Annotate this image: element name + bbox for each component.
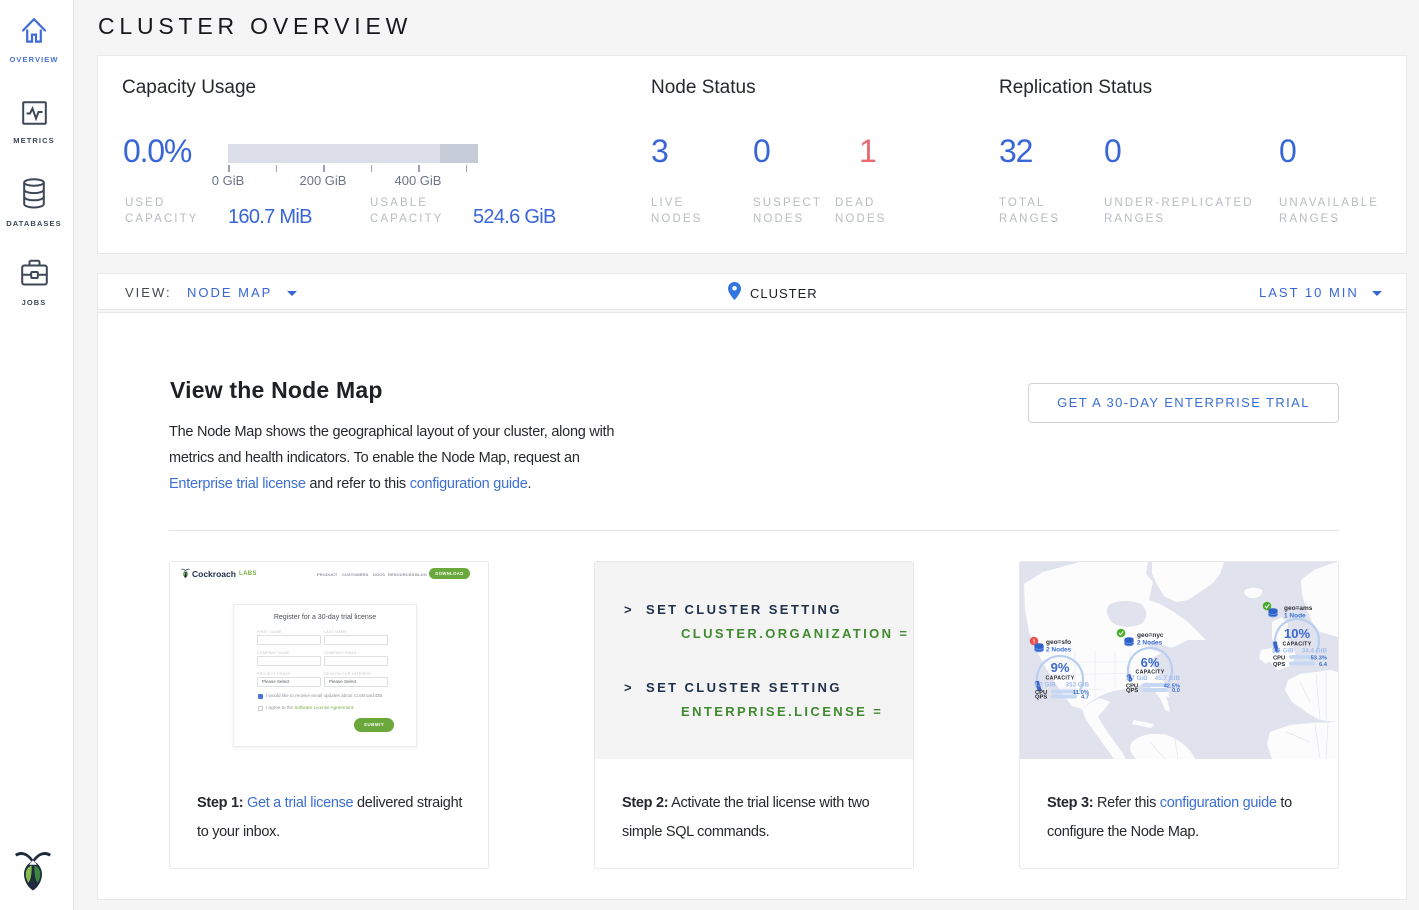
svg-text:geo=nyc: geo=nyc bbox=[1137, 632, 1164, 639]
svg-text:3.7 GiB: 3.7 GiB bbox=[1126, 675, 1148, 682]
svg-text:34.4 GiB: 34.4 GiB bbox=[1302, 648, 1328, 655]
svg-text:3.2 GiB: 3.2 GiB bbox=[1034, 682, 1056, 689]
svg-text:2 Nodes: 2 Nodes bbox=[1137, 640, 1163, 647]
svg-text:53.3%: 53.3% bbox=[1311, 656, 1327, 662]
svg-text:45.7 GiB: 45.7 GiB bbox=[1155, 675, 1181, 682]
svg-text:geo=sfo: geo=sfo bbox=[1046, 639, 1071, 646]
svg-text:6%: 6% bbox=[1141, 655, 1160, 670]
svg-text:3.6 GiB: 3.6 GiB bbox=[1272, 648, 1294, 655]
svg-text:QPS: QPS bbox=[1273, 662, 1285, 668]
svg-text:2 Nodes: 2 Nodes bbox=[1046, 647, 1072, 654]
svg-text:0.0: 0.0 bbox=[1172, 688, 1180, 694]
svg-text:geo=ams: geo=ams bbox=[1284, 605, 1313, 612]
svg-text:10%: 10% bbox=[1284, 626, 1310, 641]
svg-text:QPS: QPS bbox=[1126, 688, 1138, 694]
svg-text:353 GiB: 353 GiB bbox=[1066, 682, 1090, 689]
svg-text:9%: 9% bbox=[1051, 660, 1070, 675]
svg-text:QPS: QPS bbox=[1035, 695, 1047, 701]
svg-text:CPU: CPU bbox=[1273, 656, 1285, 662]
svg-text:6.4: 6.4 bbox=[1319, 662, 1328, 668]
svg-text:4.7: 4.7 bbox=[1081, 695, 1089, 701]
